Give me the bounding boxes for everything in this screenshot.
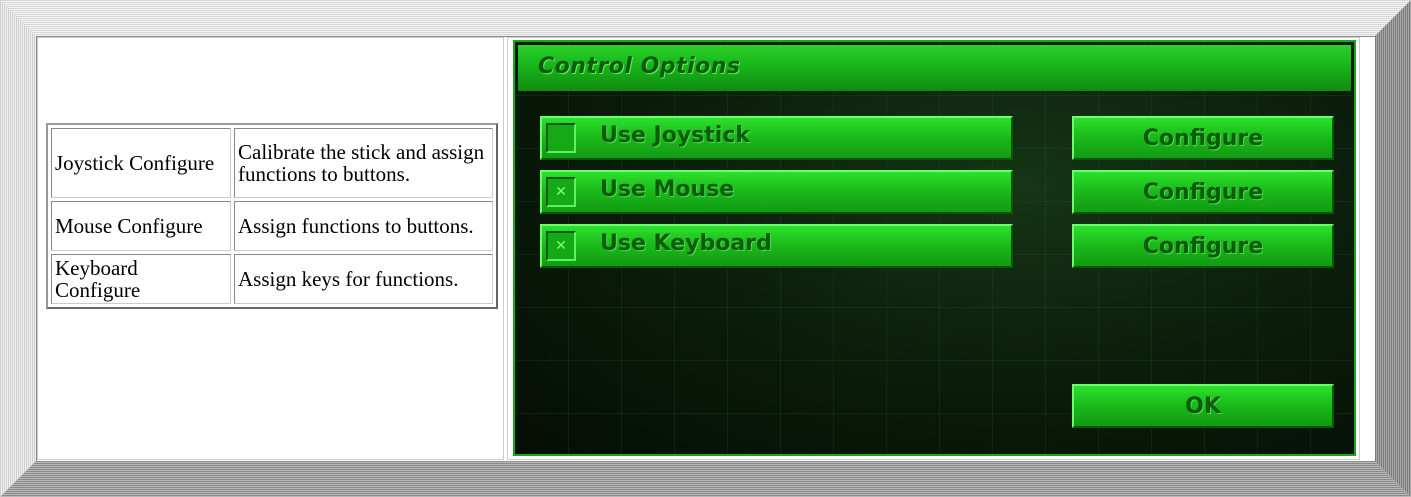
use-keyboard-checkbox[interactable]: ✕ <box>546 231 576 261</box>
check-mark-icon: ✕ <box>555 184 567 200</box>
frame-bevel-top <box>0 0 1411 36</box>
frame-bevel-left <box>0 0 36 497</box>
table-cell-description: Calibrate the stick and assign functions… <box>234 128 493 198</box>
controls-info-table: Joystick Configure Calibrate the stick a… <box>46 123 498 309</box>
configure-keyboard-button[interactable]: Configure <box>1072 224 1334 268</box>
use-joystick-checkbox[interactable] <box>546 123 576 153</box>
use-joystick-option[interactable]: Use Joystick <box>540 116 1013 160</box>
table-cell-name: Keyboard Configure <box>51 254 231 304</box>
check-mark-icon: ✕ <box>555 238 567 254</box>
use-keyboard-label: Use Keyboard <box>600 231 772 256</box>
configure-mouse-button[interactable]: Configure <box>1072 170 1334 214</box>
use-mouse-label: Use Mouse <box>600 177 735 202</box>
table-cell-description: Assign keys for functions. <box>234 254 493 304</box>
use-mouse-option[interactable]: ✕ Use Mouse <box>540 170 1013 214</box>
table-row: Keyboard Configure Assign keys for funct… <box>51 254 493 304</box>
table-cell-name: Mouse Configure <box>51 201 231 251</box>
configure-joystick-label: Configure <box>1142 125 1264 151</box>
dialog-title: Control Options <box>538 54 741 79</box>
frame-bevel-right <box>1375 0 1411 497</box>
frame-bevel-bottom <box>0 461 1411 497</box>
table-cell-name: Joystick Configure <box>51 128 231 198</box>
table-cell-description: Assign functions to buttons. <box>234 201 493 251</box>
use-keyboard-option[interactable]: ✕ Use Keyboard <box>540 224 1013 268</box>
ok-label: OK <box>1185 393 1221 419</box>
configure-joystick-button[interactable]: Configure <box>1072 116 1334 160</box>
use-joystick-label: Use Joystick <box>600 123 751 148</box>
ok-button[interactable]: OK <box>1072 384 1334 428</box>
configure-keyboard-label: Configure <box>1142 233 1264 259</box>
configure-mouse-label: Configure <box>1142 179 1264 205</box>
table-row: Mouse Configure Assign functions to butt… <box>51 201 493 251</box>
table-row: Joystick Configure Calibrate the stick a… <box>51 128 493 198</box>
use-mouse-checkbox[interactable]: ✕ <box>546 177 576 207</box>
dialog-titlebar: Control Options <box>518 45 1351 91</box>
